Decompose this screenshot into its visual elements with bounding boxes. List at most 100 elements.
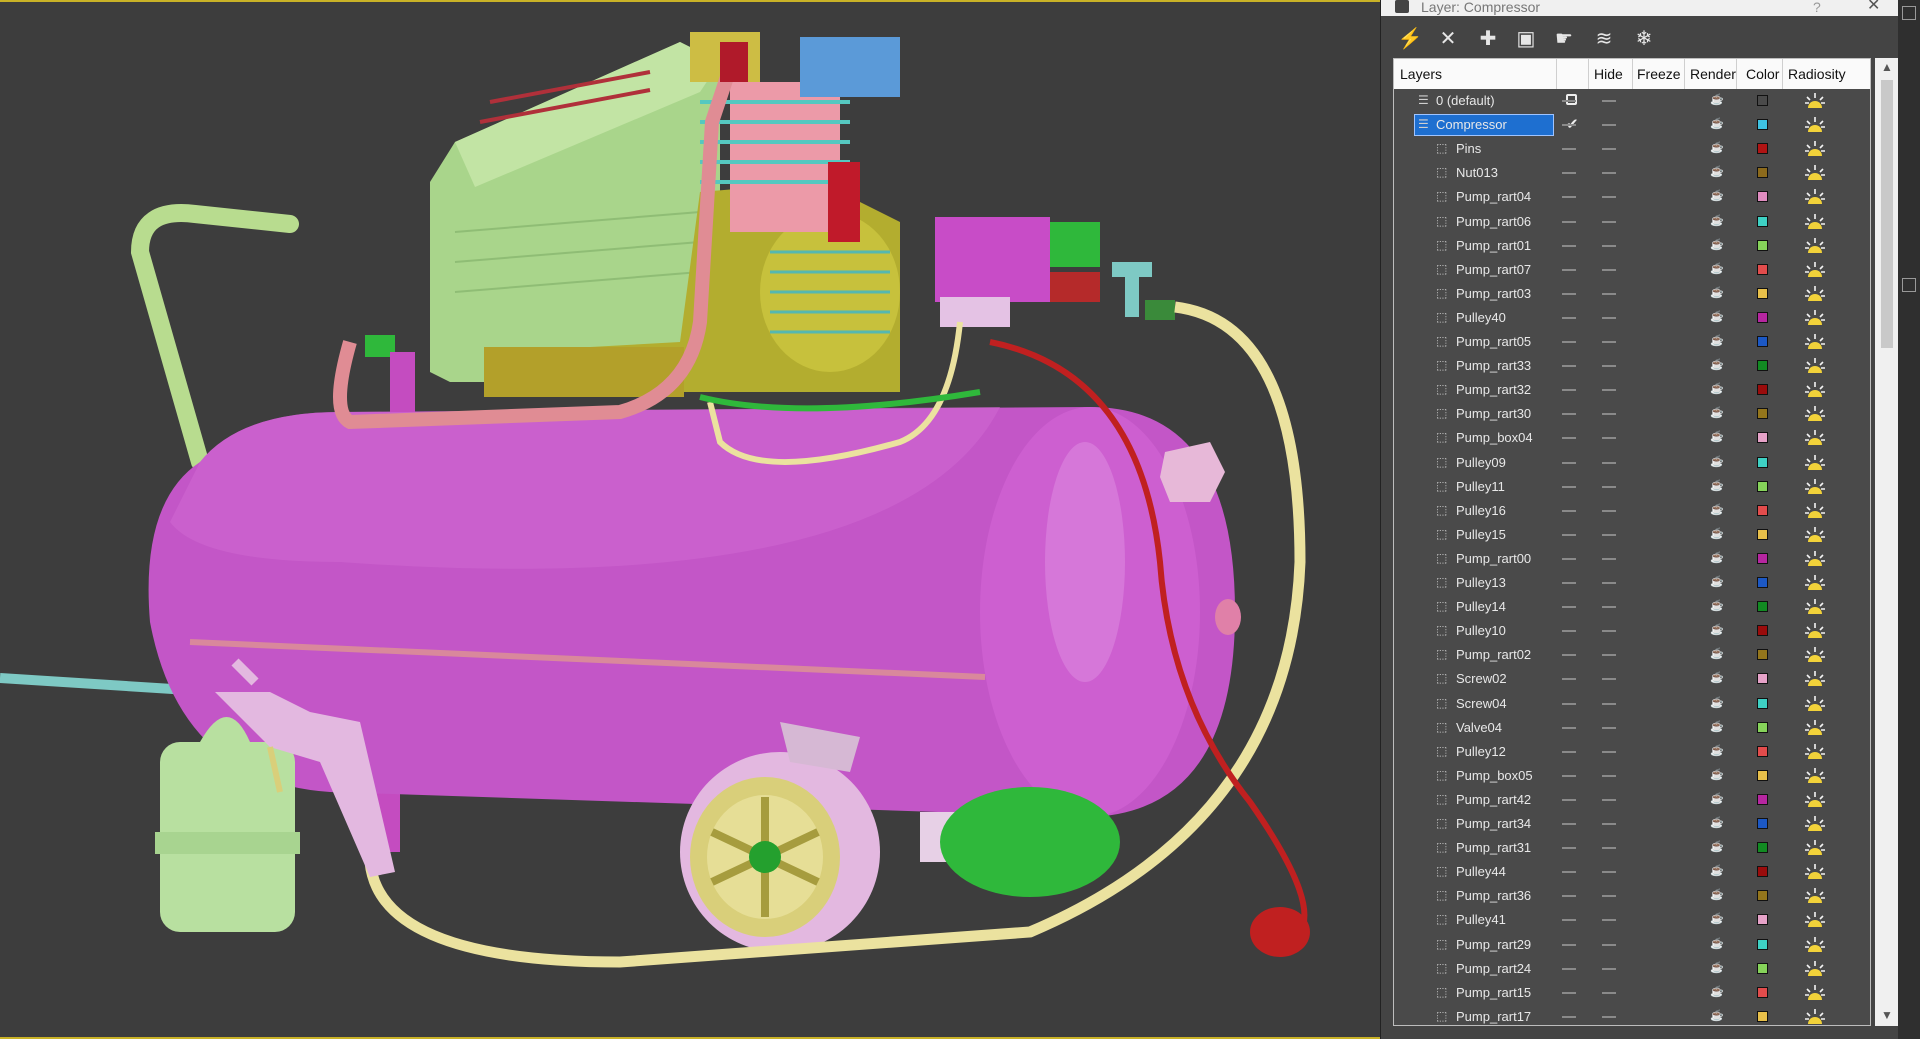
radiosity-sun-icon[interactable] xyxy=(1804,862,1826,882)
hide-toggle[interactable] xyxy=(1562,558,1576,560)
radiosity-sun-icon[interactable] xyxy=(1804,428,1826,448)
col-hide[interactable]: Hide xyxy=(1594,66,1623,82)
color-swatch[interactable] xyxy=(1757,1011,1768,1022)
layer-row[interactable]: ⬚ Pump_rart34 ☕ xyxy=(1394,812,1870,836)
freeze-toggle[interactable] xyxy=(1602,124,1616,126)
render-teapot-icon[interactable]: ☕ xyxy=(1710,939,1724,950)
radiosity-sun-icon[interactable] xyxy=(1804,814,1826,834)
layer-name[interactable]: Nut013 xyxy=(1456,165,1498,180)
color-swatch[interactable] xyxy=(1757,264,1768,275)
hide-toggle[interactable] xyxy=(1562,245,1576,247)
color-swatch[interactable] xyxy=(1757,698,1768,709)
hide-toggle[interactable] xyxy=(1562,703,1576,705)
layer-name[interactable]: Pulley10 xyxy=(1456,623,1506,638)
render-teapot-icon[interactable]: ☕ xyxy=(1710,167,1724,178)
scroll-thumb[interactable] xyxy=(1881,80,1893,348)
scroll-down-icon[interactable]: ▼ xyxy=(1881,1008,1893,1022)
layer-row[interactable]: ⬚ Pump_rart42 ☕ xyxy=(1394,788,1870,812)
render-teapot-icon[interactable]: ☕ xyxy=(1710,722,1724,733)
hide-toggle[interactable] xyxy=(1562,678,1576,680)
color-swatch[interactable] xyxy=(1757,481,1768,492)
color-swatch[interactable] xyxy=(1757,601,1768,612)
color-swatch[interactable] xyxy=(1757,577,1768,588)
layer-name[interactable]: Pump_rart03 xyxy=(1456,286,1531,301)
viewport-3d[interactable] xyxy=(0,0,1380,1039)
layer-name[interactable]: Pump_rart06 xyxy=(1456,214,1531,229)
layer-row[interactable]: ⬚ Pump_rart01 ☕ xyxy=(1394,234,1870,258)
freeze-toggle[interactable] xyxy=(1602,389,1616,391)
layer-name[interactable]: Pulley09 xyxy=(1456,455,1506,470)
hide-toggle[interactable] xyxy=(1562,172,1576,174)
layer-row[interactable]: ⬚ Pump_rart07 ☕ xyxy=(1394,258,1870,282)
color-swatch[interactable] xyxy=(1757,143,1768,154)
layer-row[interactable]: ⬚ Pump_box05 ☕ xyxy=(1394,764,1870,788)
hide-toggle[interactable] xyxy=(1562,510,1576,512)
layer-name[interactable]: Pump_rart32 xyxy=(1456,382,1531,397)
hide-toggle[interactable] xyxy=(1562,221,1576,223)
render-teapot-icon[interactable]: ☕ xyxy=(1710,818,1724,829)
render-teapot-icon[interactable]: ☕ xyxy=(1710,553,1724,564)
render-teapot-icon[interactable]: ☕ xyxy=(1710,264,1724,275)
radiosity-sun-icon[interactable] xyxy=(1804,477,1826,497)
radiosity-sun-icon[interactable] xyxy=(1804,669,1826,689)
layer-row[interactable]: ⬚ Pump_rart32 ☕ xyxy=(1394,378,1870,402)
render-teapot-icon[interactable]: ☕ xyxy=(1710,312,1724,323)
radiosity-sun-icon[interactable] xyxy=(1804,308,1826,328)
render-teapot-icon[interactable]: ☕ xyxy=(1710,384,1724,395)
radiosity-sun-icon[interactable] xyxy=(1804,115,1826,135)
hide-toggle[interactable] xyxy=(1562,799,1576,801)
color-swatch[interactable] xyxy=(1757,119,1768,130)
color-swatch[interactable] xyxy=(1757,963,1768,974)
freeze-toggle[interactable] xyxy=(1602,245,1616,247)
radiosity-sun-icon[interactable] xyxy=(1804,284,1826,304)
layer-name[interactable]: Pump_rart31 xyxy=(1456,840,1531,855)
layer-row[interactable]: ⬚ Screw02 ☕ xyxy=(1394,667,1870,691)
freeze-toggle[interactable] xyxy=(1602,727,1616,729)
render-teapot-icon[interactable]: ☕ xyxy=(1710,963,1724,974)
color-swatch[interactable] xyxy=(1757,722,1768,733)
render-teapot-icon[interactable]: ☕ xyxy=(1710,987,1724,998)
radiosity-sun-icon[interactable] xyxy=(1804,91,1826,111)
layer-row[interactable]: ⬚ Pump_rart30 ☕ xyxy=(1394,402,1870,426)
freeze-toggle[interactable] xyxy=(1602,919,1616,921)
freeze-toggle[interactable] xyxy=(1602,968,1616,970)
hide-toggle[interactable] xyxy=(1562,992,1576,994)
radiosity-sun-icon[interactable] xyxy=(1804,621,1826,641)
radiosity-sun-icon[interactable] xyxy=(1804,790,1826,810)
freeze-toggle[interactable] xyxy=(1602,775,1616,777)
hide-toggle[interactable] xyxy=(1562,630,1576,632)
layer-row[interactable]: ⬚ Pump_rart03 ☕ xyxy=(1394,282,1870,306)
freeze-toggle[interactable] xyxy=(1602,895,1616,897)
layer-row[interactable]: ⬚ Pump_rart17 ☕ xyxy=(1394,1005,1870,1026)
hide-toggle[interactable] xyxy=(1562,389,1576,391)
layer-row[interactable]: ☰ 0 (default) ☕ xyxy=(1394,89,1870,113)
layer-name[interactable]: Pulley14 xyxy=(1456,599,1506,614)
select-objects-button[interactable]: ▣ xyxy=(1513,26,1539,52)
color-swatch[interactable] xyxy=(1757,505,1768,516)
render-teapot-icon[interactable]: ☕ xyxy=(1710,336,1724,347)
col-render[interactable]: Render xyxy=(1690,66,1736,82)
hide-toggle[interactable] xyxy=(1562,751,1576,753)
render-teapot-icon[interactable]: ☕ xyxy=(1710,601,1724,612)
layer-row[interactable]: ⬚ Pump_rart31 ☕ xyxy=(1394,836,1870,860)
layer-name[interactable]: Pulley11 xyxy=(1456,479,1505,494)
layer-name[interactable]: Compressor xyxy=(1436,117,1507,132)
radiosity-sun-icon[interactable] xyxy=(1804,1007,1826,1026)
radiosity-sun-icon[interactable] xyxy=(1804,573,1826,593)
layer-row[interactable]: ⬚ Pulley10 ☕ xyxy=(1394,619,1870,643)
hide-toggle[interactable] xyxy=(1562,486,1576,488)
hide-toggle[interactable] xyxy=(1562,124,1576,126)
freeze-toggle[interactable] xyxy=(1602,871,1616,873)
color-swatch[interactable] xyxy=(1757,939,1768,950)
radiosity-sun-icon[interactable] xyxy=(1804,910,1826,930)
radiosity-sun-icon[interactable] xyxy=(1804,742,1826,762)
freeze-toggle[interactable] xyxy=(1602,654,1616,656)
render-teapot-icon[interactable]: ☕ xyxy=(1710,119,1724,130)
help-button[interactable]: ? xyxy=(1813,0,1821,14)
layer-row[interactable]: ⬚ Pump_rart15 ☕ xyxy=(1394,981,1870,1005)
render-teapot-icon[interactable]: ☕ xyxy=(1710,457,1724,468)
render-teapot-icon[interactable]: ☕ xyxy=(1710,866,1724,877)
color-swatch[interactable] xyxy=(1757,312,1768,323)
radiosity-sun-icon[interactable] xyxy=(1804,453,1826,473)
layer-name[interactable]: Pump_rart29 xyxy=(1456,937,1531,952)
